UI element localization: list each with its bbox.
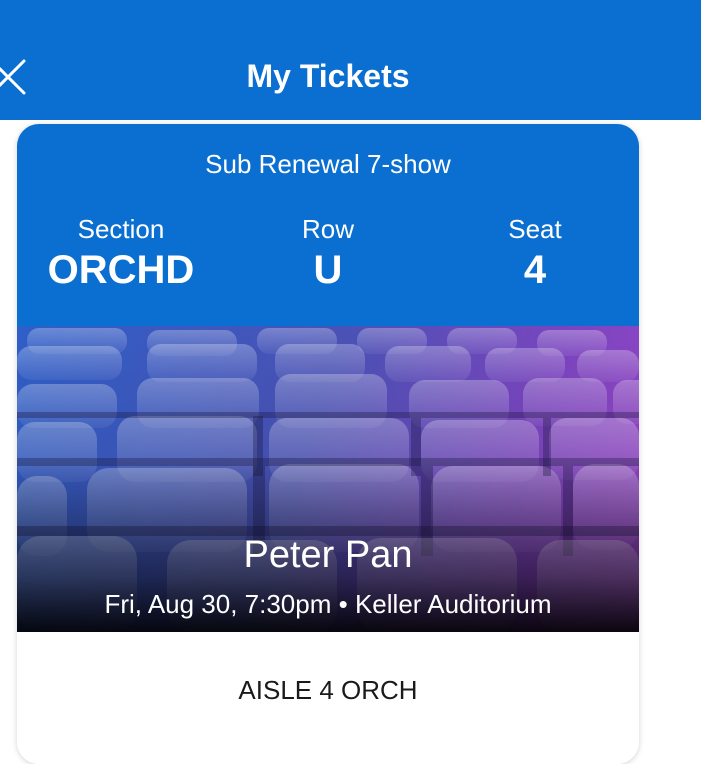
event-venue: Keller Auditorium [354, 589, 552, 619]
row-label: Row [301, 214, 354, 244]
section-value: ORCHD [47, 248, 195, 292]
seat-info: Seat 4 [435, 212, 635, 292]
ticket-entry-panel: AISLE 4 ORCH [17, 632, 639, 764]
seat-label: Seat [508, 214, 562, 244]
event-details: Fri, Aug 30, 7:30pm • Keller Auditorium [17, 588, 639, 620]
row-info: Row U [228, 212, 428, 292]
event-separator: • [338, 589, 348, 619]
row-value: U [313, 248, 343, 292]
event-date-time: Fri, Aug 30, 7:30pm [104, 589, 332, 619]
section-info: Section ORCHD [21, 212, 221, 292]
ticket-type: Sub Renewal 7-show [205, 149, 451, 179]
seat-value: 4 [523, 248, 547, 292]
image-overlay [17, 326, 639, 632]
ticket-card[interactable]: Sub Renewal 7-show Section ORCHD Row U S… [17, 124, 639, 764]
ticket-seat-panel: Sub Renewal 7-show Section ORCHD Row U S… [17, 124, 639, 326]
event-image: Peter Pan Fri, Aug 30, 7:30pm • Keller A… [17, 326, 639, 632]
entry-info: AISLE 4 ORCH [238, 675, 418, 705]
page-title: My Tickets [246, 58, 410, 94]
event-name: Peter Pan [243, 534, 413, 576]
section-label: Section [77, 214, 165, 244]
app-header: My Tickets [0, 0, 701, 120]
